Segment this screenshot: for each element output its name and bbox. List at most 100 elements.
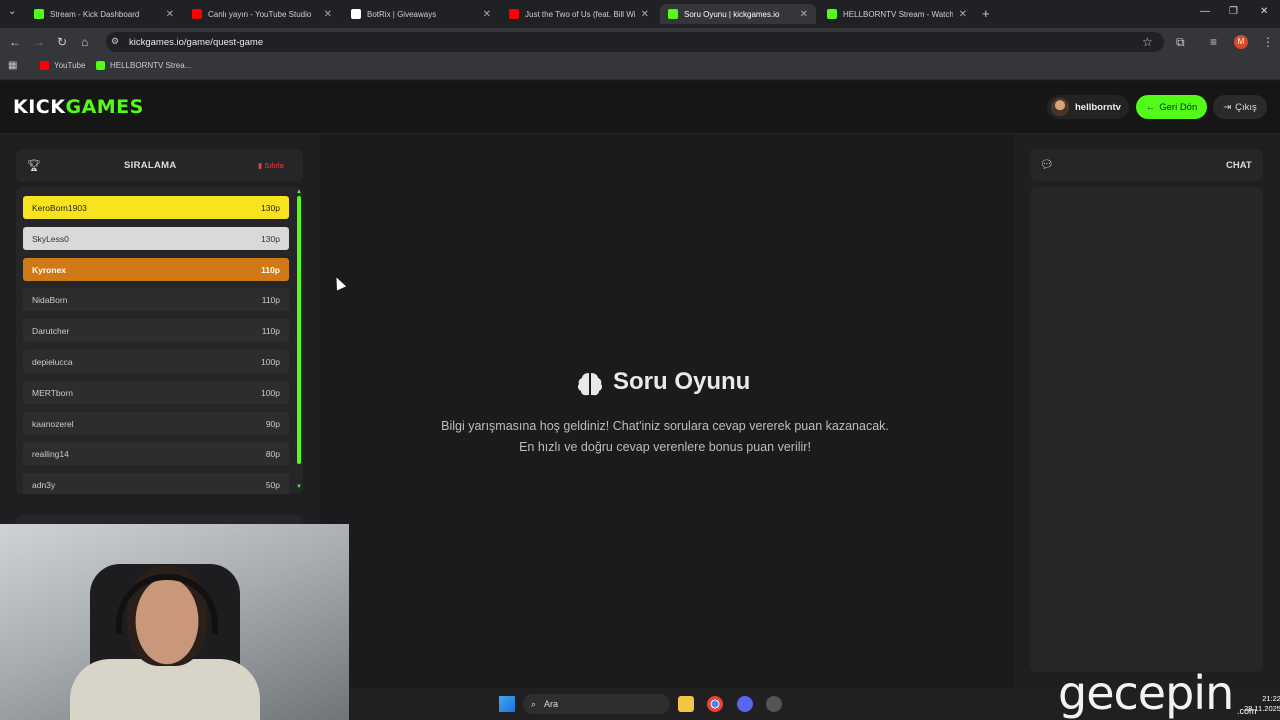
bookmark-favicon-icon — [40, 61, 49, 70]
kickgames-logo[interactable]: KICKGAMES — [13, 96, 144, 118]
back-button[interactable]: ← Geri Dön — [1136, 95, 1207, 119]
leaderboard-row: depielucca 100p — [23, 350, 289, 373]
watermark-logo: gecepin — [1058, 666, 1234, 720]
bookmarks-bar — [0, 56, 1280, 80]
reset-button[interactable]: ▮ Sıfırla — [258, 161, 284, 170]
browser-tab[interactable]: BotRix | Giveaways ✕ — [343, 4, 499, 24]
tab-close-icon[interactable]: ✕ — [166, 9, 174, 20]
player-points: 100p — [261, 387, 280, 398]
menu-icon[interactable]: ⋮ — [1262, 35, 1274, 49]
player-name: Kyronex — [32, 264, 67, 275]
taskbar-search-label: Ara — [544, 699, 559, 709]
forward-icon[interactable]: → — [33, 35, 45, 49]
player-name: KeroBorn1903 — [32, 203, 87, 213]
tab-favicon-icon — [827, 9, 837, 19]
logo-kick-text: KICK — [13, 96, 66, 118]
player-name: realling14 — [32, 449, 69, 460]
windows-start-icon[interactable] — [499, 696, 515, 712]
bookmark-label: YouTube — [54, 61, 86, 70]
browser-tab[interactable]: Just the Two of Us (feat. Bill Wi... ✕ — [501, 4, 657, 24]
close-window-icon[interactable]: ✕ — [1260, 6, 1268, 17]
app-icon[interactable] — [766, 696, 782, 712]
bookmark-favicon-icon — [96, 61, 105, 70]
browser-tab[interactable]: Stream - Kick Dashboard ✕ — [26, 4, 182, 24]
browser-tab[interactable]: HELLBORNTV Stream - Watch L... ✕ — [819, 4, 975, 24]
tab-close-icon[interactable]: ✕ — [324, 9, 332, 20]
profile-avatar[interactable]: M — [1234, 35, 1248, 49]
restore-icon[interactable]: ❐ — [1229, 6, 1238, 17]
tab-close-icon[interactable]: ✕ — [959, 9, 967, 20]
tab-title: Soru Oyunu | kickgames.io — [684, 9, 780, 19]
tab-close-icon[interactable]: ✕ — [483, 9, 491, 20]
tab-favicon-icon — [34, 9, 44, 19]
leaderboard-row: Darutcher 110p — [23, 319, 289, 343]
extensions-icon[interactable]: ⧉ — [1176, 35, 1185, 50]
tab-favicon-icon — [509, 9, 519, 19]
bookmark-item[interactable]: YouTube — [40, 61, 85, 70]
brain-icon — [577, 373, 603, 396]
game-description: Bilgi yarışmasına hoş geldiniz! Chat'ini… — [441, 419, 889, 454]
chat-messages[interactable] — [1030, 187, 1263, 672]
leaderboard-row: adn3y 50p — [23, 473, 289, 494]
url-text[interactable]: kickgames.io/game/quest-game — [129, 37, 263, 48]
minimize-icon[interactable]: — — [1200, 6, 1210, 17]
watermark-sub: .com — [1237, 706, 1257, 716]
player-name: NidaBorn — [32, 295, 68, 306]
player-name: adn3y — [32, 480, 56, 491]
clock-time: 21:22 — [1262, 694, 1280, 703]
player-name: kaanozerel — [32, 418, 74, 429]
player-points: 110p — [261, 264, 280, 275]
tab-title: Just the Two of Us (feat. Bill Wi... — [525, 9, 635, 19]
new-tab-button[interactable]: + — [982, 6, 990, 21]
reload-icon[interactable]: ↻ — [57, 35, 67, 49]
tab-favicon-icon — [192, 9, 202, 19]
leaderboard-row: KeroBorn1903 130p — [23, 196, 289, 219]
scroll-down-icon[interactable]: ▼ — [296, 484, 302, 490]
scroll-up-icon[interactable]: ▲ — [296, 189, 302, 195]
player-points: 130p — [261, 203, 280, 213]
bookmark-star-icon[interactable]: ☆ — [1142, 35, 1153, 49]
player-points: 110p — [261, 295, 280, 306]
tab-favicon-icon — [668, 9, 678, 19]
exit-button[interactable]: ⇥ Çıkış — [1213, 95, 1267, 119]
leaderboard-row: NidaBorn 110p — [23, 288, 289, 312]
user-chip[interactable]: hellborntv — [1047, 95, 1129, 119]
media-icon[interactable]: ≡ — [1210, 35, 1217, 49]
search-icon: ⌕ — [531, 698, 537, 709]
address-bar[interactable] — [106, 32, 1164, 52]
arrow-left-icon: ← — [1145, 101, 1156, 113]
user-avatar — [1051, 98, 1069, 116]
apps-grid-icon[interactable]: ▦ — [8, 60, 17, 71]
browser-tab[interactable]: Canlı yayın - YouTube Studio ✕ — [184, 4, 340, 24]
reset-label: Sıfırla — [264, 161, 284, 170]
player-points: 80p — [265, 449, 280, 460]
tab-search-icon[interactable]: ⌄ — [8, 6, 16, 17]
streamer-torso — [70, 659, 260, 720]
bookmark-label: HELLBORNTV Strea... — [110, 61, 192, 70]
player-points: 110p — [261, 326, 280, 337]
tab-close-icon[interactable]: ✕ — [800, 9, 808, 20]
back-icon[interactable]: ← — [9, 35, 21, 49]
player-name: Darutcher — [32, 326, 70, 337]
tab-title: Stream - Kick Dashboard — [50, 9, 140, 19]
home-icon[interactable]: ⌂ — [81, 35, 88, 49]
username: hellborntv — [1075, 101, 1121, 113]
back-button-label: Geri Dön — [1159, 101, 1198, 113]
game-area — [320, 134, 1013, 694]
leaderboard-list[interactable]: KeroBorn1903 130p SkyLess0 130p Kyronex 110p N… — [16, 187, 303, 494]
leaderboard-scrollbar[interactable] — [297, 196, 301, 464]
discord-icon[interactable] — [737, 696, 753, 712]
chrome-icon[interactable] — [707, 696, 723, 712]
site-info-icon[interactable]: ⚙ — [111, 36, 119, 47]
player-name: SkyLess0 — [32, 233, 69, 244]
logout-icon: ⇥ — [1223, 101, 1232, 113]
taskbar-search[interactable]: ⌕ Ara — [523, 694, 670, 714]
tab-title: BotRix | Giveaways — [367, 9, 437, 19]
game-title: Soru Oyunu — [613, 368, 751, 395]
exit-button-label: Çıkış — [1235, 101, 1257, 113]
leaderboard-title: SIRALAMA — [124, 160, 177, 171]
file-explorer-icon[interactable] — [678, 696, 694, 712]
tab-close-icon[interactable]: ✕ — [641, 9, 649, 20]
browser-tab[interactable]: Soru Oyunu | kickgames.io ✕ — [660, 4, 816, 24]
bookmark-item[interactable]: HELLBORNTV Strea... — [96, 61, 191, 70]
